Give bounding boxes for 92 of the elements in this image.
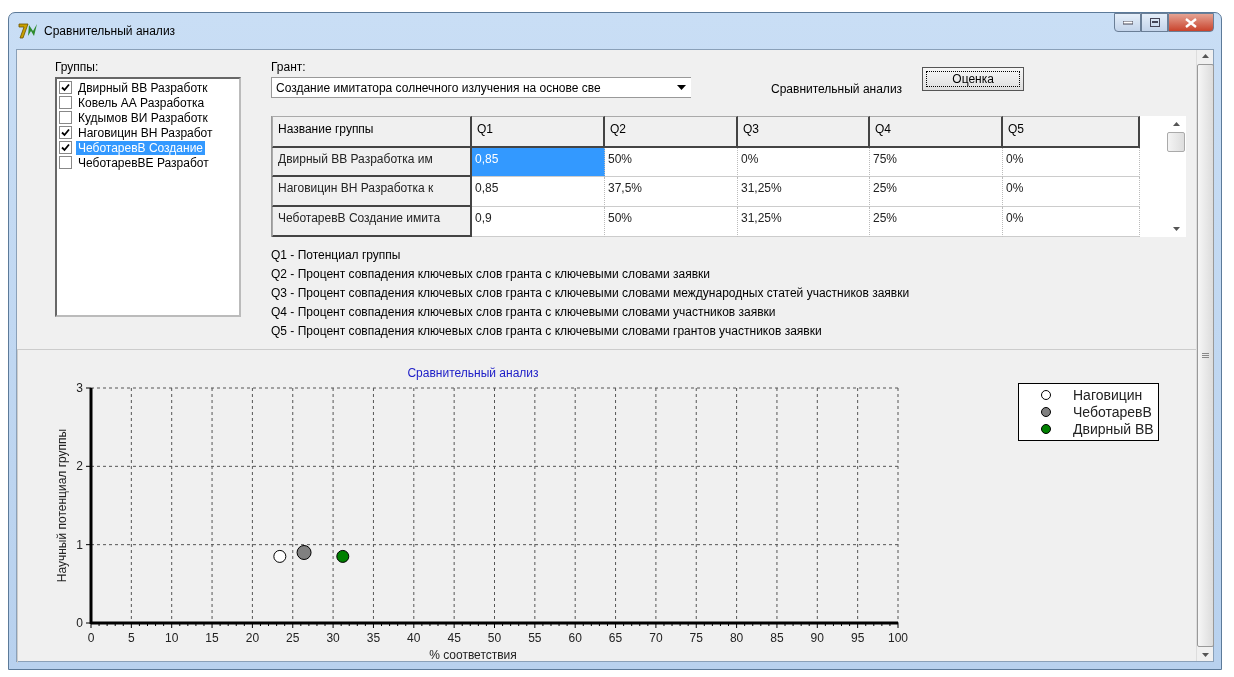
tick-label: 10 <box>165 631 179 645</box>
legend-text: Q1 - Потенциал группы <box>271 247 402 264</box>
scroll-thumb[interactable] <box>1167 132 1185 152</box>
minimize-icon <box>1122 20 1133 25</box>
minimize-button[interactable] <box>1114 13 1141 32</box>
grant-label: Грант: <box>271 60 307 74</box>
app-icon <box>18 22 38 40</box>
legend-text: Q5 - Процент совпадения ключевых слов гранта с ключевыми словами грантов участников заявки <box>271 323 823 340</box>
column-header: Q1 <box>472 116 605 148</box>
table-cell: 0,9 <box>472 207 605 237</box>
tick-label: 3 <box>76 381 83 395</box>
tick-label: 95 <box>850 631 865 645</box>
evaluate-button[interactable]: Оценка <box>922 67 1025 91</box>
column-header: Название группы <box>272 116 472 148</box>
tick-label: 20 <box>245 631 260 645</box>
tick-label: 30 <box>326 631 340 645</box>
table-cell: 0,85 <box>472 177 605 208</box>
table-cell: Наговицин ВН Разработка к <box>272 177 472 208</box>
table-cell: 50% <box>605 147 738 178</box>
legend-label: Двирный ВВ <box>1073 421 1154 437</box>
group-item[interactable]: Кудымов ВИ Разработк <box>76 110 210 125</box>
tick-label: 50 <box>487 631 502 645</box>
table-cell: Двирный ВВ Разработка им <box>272 147 472 178</box>
table-cell: 75% <box>870 147 1003 178</box>
grant-dropdown[interactable]: Создание имитатора солнечного излучения на основе све <box>271 77 691 98</box>
table-cell: 50% <box>605 207 738 237</box>
tick-label: 80 <box>729 631 744 645</box>
checkbox[interactable] <box>59 81 72 94</box>
legend-text: Q2 - Процент совпадения ключевых слов гранта с ключевыми словами заявки <box>271 266 711 283</box>
column-header: Q5 <box>1003 116 1140 148</box>
tick-label: 60 <box>568 631 582 645</box>
chart-title: Сравнительный анализ <box>407 366 539 380</box>
tick-label: 90 <box>810 631 824 645</box>
table-cell: 31,25% <box>738 177 870 208</box>
table-cell: 37,5% <box>605 177 738 208</box>
scroll-down-icon <box>1172 227 1180 231</box>
checkbox[interactable] <box>59 156 72 169</box>
tick-label: 0 <box>76 616 83 630</box>
tick-label: 15 <box>205 631 219 645</box>
tick-label: 25 <box>286 631 300 645</box>
tick-label: 55 <box>528 631 542 645</box>
legend-label: ЧеботаревВ <box>1073 404 1152 420</box>
scrollbar[interactable] <box>1196 50 1213 661</box>
dropdown-arrow-icon <box>677 85 686 90</box>
tick-label: 5 <box>128 631 135 645</box>
tick-label: 0 <box>87 631 95 645</box>
column-header: Q4 <box>870 116 1003 148</box>
table-cell: 0,85 <box>472 147 605 178</box>
close-icon <box>1185 17 1197 28</box>
maximize-icon <box>1149 18 1160 27</box>
group-item[interactable]: Наговицин ВН Разработ <box>76 125 215 140</box>
column-header: Q2 <box>605 116 738 148</box>
scroll-up-icon <box>1172 122 1180 126</box>
tick-label: 100 <box>888 631 908 645</box>
close-button[interactable] <box>1168 13 1214 32</box>
group-item[interactable]: ЧеботаревВЕ Разработ <box>76 155 211 170</box>
grip-icon <box>1201 352 1209 359</box>
column-header: Q3 <box>738 116 870 148</box>
table-cell: 0% <box>1003 207 1140 237</box>
tick-label: 1 <box>76 537 83 552</box>
x-axis-title: % соответствия <box>429 648 517 662</box>
tick-label: 35 <box>366 631 381 645</box>
scroll-up-icon <box>1201 54 1209 58</box>
tick-label: 75 <box>689 631 703 645</box>
checkbox[interactable] <box>59 126 72 139</box>
scroll-down-icon <box>1201 653 1209 657</box>
y-axis-title: Научный потенциал группы <box>55 428 69 583</box>
group-item[interactable]: Двирный ВВ Разработк <box>76 80 210 95</box>
table-cell: 0% <box>738 147 870 178</box>
table-cell: 25% <box>870 177 1003 208</box>
table-cell: 0% <box>1003 177 1140 208</box>
tick-label: 2 <box>76 459 83 474</box>
checkbox[interactable] <box>59 96 72 109</box>
table-cell: ЧеботаревВ Создание имита <box>272 207 472 237</box>
tick-label: 65 <box>608 631 623 645</box>
tick-label: 70 <box>649 631 663 645</box>
legend-text: Q4 - Процент совпадения ключевых слов гранта с ключевыми словами участников заявки <box>271 304 777 321</box>
groups-label: Группы: <box>55 60 100 74</box>
group-item[interactable]: Ковель АА Разработка <box>76 95 207 110</box>
table-cell: 25% <box>870 207 1003 237</box>
table-cell: 0% <box>1003 147 1140 178</box>
maximize-button[interactable] <box>1141 13 1168 32</box>
analysis-label: Сравнительный анализ <box>771 82 903 96</box>
tick-label: 45 <box>447 631 461 645</box>
window-title: Сравнительный анализ <box>44 24 176 38</box>
tick-label: 40 <box>407 631 421 645</box>
legend-text: Q3 - Процент совпадения ключевых слов гранта с ключевыми словами международных статей участников заявки <box>271 285 911 302</box>
checkbox[interactable] <box>59 141 72 154</box>
legend-label: Наговицин <box>1073 387 1143 403</box>
tick-label: 85 <box>770 631 784 645</box>
table-cell: 31,25% <box>738 207 870 237</box>
checkbox[interactable] <box>59 111 72 124</box>
